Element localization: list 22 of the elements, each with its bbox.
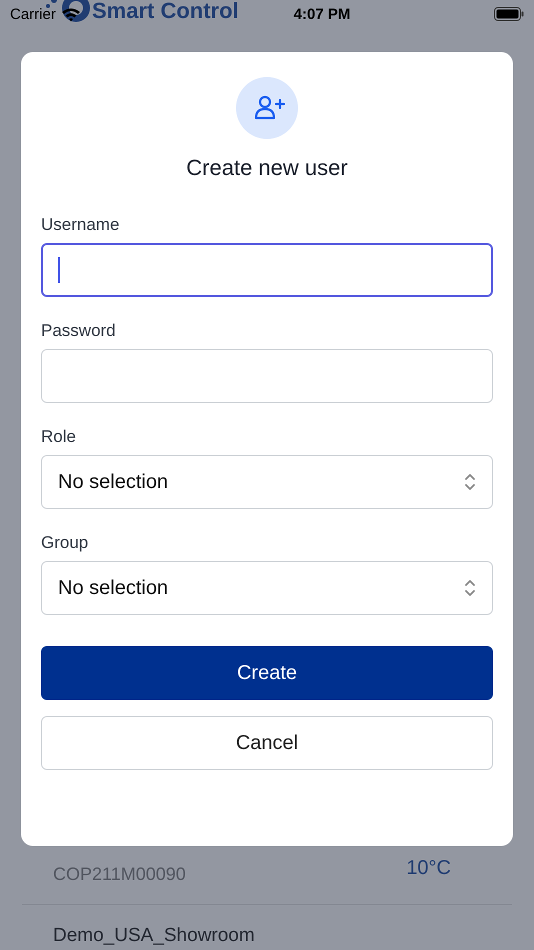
dialog-title: Create new user — [186, 155, 348, 181]
chevron-up-down-icon — [464, 472, 476, 492]
battery-icon — [494, 7, 524, 21]
chevron-up-down-icon — [464, 578, 476, 598]
text-cursor — [58, 257, 60, 283]
app-title: Smart Control — [92, 0, 239, 25]
add-user-icon — [236, 77, 298, 139]
field-label: Role — [41, 427, 77, 447]
device-name: Demo_USA_Showroom — [53, 925, 255, 947]
device-id: COP211M00090 — [53, 864, 186, 885]
wifi-icon — [60, 6, 81, 22]
input-field[interactable] — [41, 243, 493, 297]
cancel-button[interactable]: Cancel — [41, 716, 493, 770]
temperature-reading: 10°C — [406, 857, 451, 880]
field-label: Password — [41, 321, 117, 341]
field-label: Group — [41, 533, 90, 553]
select-field[interactable]: No selection — [41, 561, 493, 615]
status-time: 4:07 PM — [294, 6, 350, 22]
select-field[interactable]: No selection — [41, 455, 493, 509]
create-button[interactable]: Create — [41, 646, 493, 700]
field-label: Username — [41, 215, 120, 235]
carrier-label: Carrier — [10, 6, 56, 22]
